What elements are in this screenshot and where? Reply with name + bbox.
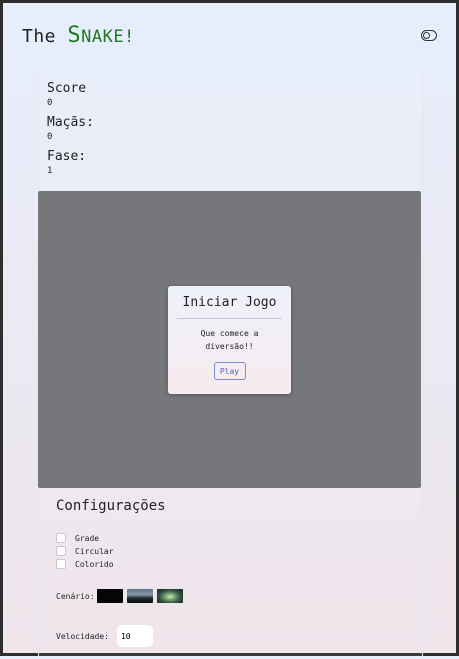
level-label: Fase: xyxy=(47,149,87,164)
play-button[interactable]: Play xyxy=(213,362,246,380)
scenario-black-thumb[interactable] xyxy=(96,589,123,603)
speed-control: Velocidade: xyxy=(56,625,153,647)
config-title: Configurações xyxy=(56,498,166,514)
circular-label: Circular xyxy=(75,546,114,556)
option-colorido[interactable]: Colorido xyxy=(56,559,114,569)
option-circular[interactable]: Circular xyxy=(56,546,114,556)
modal-text-line2: diversão!! xyxy=(205,342,254,351)
title-prefix: The xyxy=(22,26,68,47)
speed-input[interactable] xyxy=(116,625,153,647)
level-value: 1 xyxy=(47,166,53,176)
toggle-knob xyxy=(423,32,430,39)
title-s: S xyxy=(67,23,82,48)
modal-text: Que comece a diversão!! xyxy=(168,327,291,353)
stats-panel: Score 0 Maçãs: 0 Fase: 1 xyxy=(47,81,94,183)
toggle-switch-icon[interactable] xyxy=(421,30,437,41)
grade-checkbox[interactable] xyxy=(56,533,66,543)
header: The SNAKE! xyxy=(3,3,456,71)
scenario-selector: Cenário: xyxy=(56,589,183,603)
colorido-label: Colorido xyxy=(75,559,114,569)
modal-divider xyxy=(177,318,282,319)
start-game-modal: Iniciar Jogo Que comece a diversão!! Pla… xyxy=(168,286,291,394)
score-value: 0 xyxy=(47,98,53,108)
scenario-aurora-thumb[interactable] xyxy=(156,589,183,603)
colorido-checkbox[interactable] xyxy=(56,559,66,569)
scenario-mountain-thumb[interactable] xyxy=(126,589,153,603)
modal-title: Iniciar Jogo xyxy=(182,295,277,310)
app-title: The SNAKE! xyxy=(22,23,135,48)
title-rest: NAKE! xyxy=(81,27,135,47)
score-label: Score xyxy=(47,81,87,96)
scenario-label: Cenário: xyxy=(56,591,95,601)
apples-value: 0 xyxy=(47,132,53,142)
apples-label: Maçãs: xyxy=(47,115,94,130)
option-grade[interactable]: Grade xyxy=(56,533,99,543)
modal-text-line1: Que comece a xyxy=(200,329,259,338)
circular-checkbox[interactable] xyxy=(56,546,66,556)
speed-label: Velocidade: xyxy=(56,631,109,641)
grade-label: Grade xyxy=(75,533,100,543)
